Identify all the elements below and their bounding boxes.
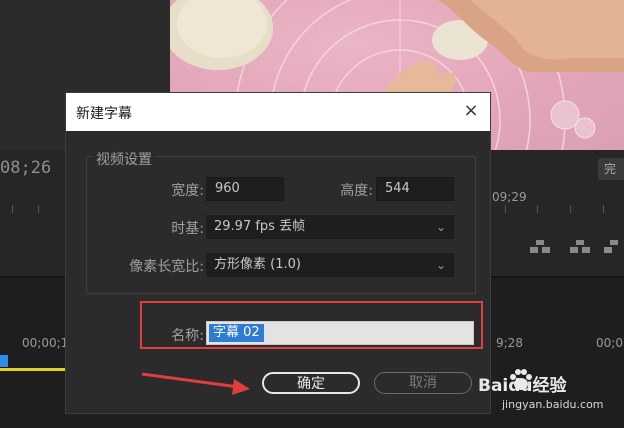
timebase-label: 时基:: [171, 221, 204, 237]
work-area-bar[interactable]: [0, 368, 66, 371]
height-label: 高度:: [340, 183, 373, 199]
new-title-dialog: 新建字幕 × 视频设置 宽度: 960 高度: 544 时基: 29.97 fp…: [65, 92, 491, 414]
close-icon[interactable]: ×: [461, 101, 481, 121]
timeline-timecode-1: 00;00;1: [22, 336, 69, 350]
pixel-aspect-select[interactable]: 方形像素 (1.0) ⌄: [206, 253, 454, 277]
timeline-timecode-2: 9;28: [496, 336, 523, 350]
ruler-tick: [505, 205, 506, 213]
ruler-tick: [603, 205, 604, 213]
baidu-url: jingyan.baidu.com: [502, 398, 604, 411]
baidu-brand: Baidu经验: [478, 376, 567, 396]
ruler-tick: [12, 205, 13, 213]
done-button[interactable]: 完: [598, 158, 624, 180]
timebase-select[interactable]: 29.97 fps 丢帧 ⌄: [206, 215, 454, 239]
width-field[interactable]: 960: [206, 177, 284, 201]
highlight-box: [140, 301, 483, 349]
export-frame-icon[interactable]: [604, 240, 624, 254]
chevron-down-icon: ⌄: [435, 258, 446, 272]
height-field[interactable]: 544: [376, 177, 454, 201]
ok-button[interactable]: 确定: [262, 372, 360, 394]
ruler-tick: [537, 205, 538, 213]
timecode-left: 08;26: [0, 158, 52, 178]
ruler-tick: [570, 205, 571, 213]
pixel-aspect-value: 方形像素 (1.0): [214, 257, 301, 272]
ruler-tick: [38, 205, 39, 213]
extract-icon[interactable]: [570, 240, 590, 254]
timecode-right: 09;29: [492, 190, 527, 204]
baidu-watermark: Baidu经验 jingyan.baidu.com: [476, 368, 624, 412]
timeline-timecode-3: 00;01;: [596, 336, 624, 350]
dialog-title: 新建字幕: [76, 106, 132, 122]
cancel-button[interactable]: 取消: [374, 372, 472, 394]
width-label: 宽度:: [171, 183, 204, 199]
arrow-annotation-icon: [141, 372, 250, 395]
timebase-value: 29.97 fps 丢帧: [214, 219, 306, 234]
lift-icon[interactable]: [530, 240, 550, 254]
chevron-down-icon: ⌄: [435, 220, 446, 234]
video-settings-label: 视频设置: [92, 149, 156, 169]
pixel-aspect-label: 像素长宽比:: [129, 259, 204, 275]
playhead-marker[interactable]: [0, 355, 8, 367]
